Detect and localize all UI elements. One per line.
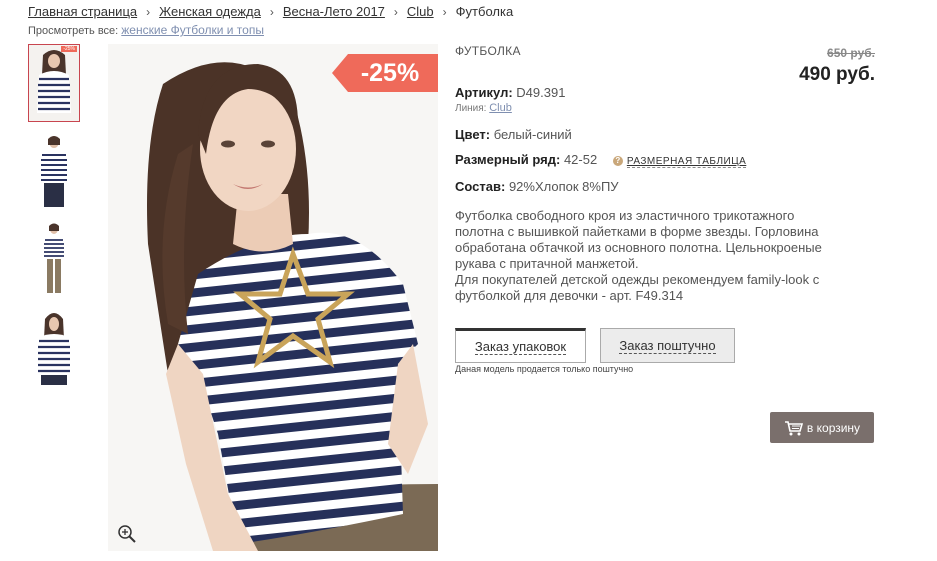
breadcrumb-separator: › xyxy=(442,4,447,19)
color-label: Цвет: xyxy=(455,127,491,142)
breadcrumb-separator: › xyxy=(393,4,398,19)
tab-order-piece-label: Заказ поштучно xyxy=(619,337,716,354)
breadcrumb-current: Футболка xyxy=(455,4,514,19)
order-tabs: Заказ упаковок Заказ поштучно xyxy=(455,328,735,363)
old-price: 650 руб. xyxy=(827,46,875,60)
zoom-icon[interactable] xyxy=(116,523,138,545)
thumbnail-1[interactable]: -25% xyxy=(28,44,80,122)
thumbnail-4[interactable] xyxy=(28,308,80,386)
current-price: 490 руб. xyxy=(799,64,875,85)
view-all: Просмотреть все: женские Футболки и топы xyxy=(28,23,264,37)
thumbnail-list: -25% xyxy=(28,44,82,396)
breadcrumb: Главная страница › Женская одежда › Весн… xyxy=(28,4,513,19)
thumbnail-image xyxy=(29,133,79,209)
composition-value: 92%Хлопок 8%ПУ xyxy=(508,179,619,194)
discount-badge: -25% xyxy=(332,54,438,92)
tab-order-pack[interactable]: Заказ упаковок xyxy=(455,328,586,363)
composition-label: Состав: xyxy=(455,179,506,194)
line-label: Линия: xyxy=(455,103,487,114)
view-all-link[interactable]: женские Футболки и топы xyxy=(121,23,264,37)
view-all-label: Просмотреть все: xyxy=(28,25,119,37)
tab-order-pack-label: Заказ упаковок xyxy=(474,338,567,355)
thumbnail-3[interactable] xyxy=(28,220,80,298)
line-row: Линия: Club xyxy=(455,102,512,114)
article-value: D49.391 xyxy=(516,85,566,100)
size-table-link[interactable]: РАЗМЕРНАЯ ТАБЛИЦА xyxy=(626,156,747,168)
line-link[interactable]: Club xyxy=(489,102,512,114)
tab-order-piece[interactable]: Заказ поштучно xyxy=(600,328,735,363)
thumbnail-image xyxy=(29,221,79,297)
article-row: Артикул: D49.391 xyxy=(455,85,565,100)
breadcrumb-separator: › xyxy=(146,4,151,19)
size-value: 42-52 xyxy=(563,152,598,167)
product-main-image[interactable]: -25% xyxy=(108,44,438,551)
breadcrumb-link-club[interactable]: Club xyxy=(407,4,434,19)
composition-row: Состав: 92%Хлопок 8%ПУ xyxy=(455,179,619,194)
color-row: Цвет: белый-синий xyxy=(455,127,572,142)
product-info: ФУТБОЛКА 650 руб. 490 руб. Артикул: D49.… xyxy=(455,44,875,443)
size-label: Размерный ряд: xyxy=(455,152,561,167)
thumbnail-2[interactable] xyxy=(28,132,80,210)
product-photo xyxy=(108,44,438,551)
order-note: Даная модель продается только поштучно xyxy=(455,364,634,374)
breadcrumb-separator: › xyxy=(269,4,274,19)
product-type: ФУТБОЛКА xyxy=(455,44,521,58)
add-to-cart-button[interactable]: в корзину xyxy=(770,412,874,443)
help-icon[interactable]: ? xyxy=(612,156,623,166)
add-to-cart-label: в корзину xyxy=(806,420,861,435)
product-description: Футболка свободного кроя из эластичного … xyxy=(455,208,822,303)
color-value: белый-синий xyxy=(493,127,572,142)
article-label: Артикул: xyxy=(455,85,513,100)
breadcrumb-link-women[interactable]: Женская одежда xyxy=(159,4,261,19)
thumbnail-image xyxy=(29,309,79,385)
size-row: Размерный ряд: 42-52 ? РАЗМЕРНАЯ ТАБЛИЦА xyxy=(455,152,747,168)
thumbnail-image xyxy=(29,45,79,121)
cart-icon xyxy=(784,420,803,435)
breadcrumb-link-home[interactable]: Главная страница xyxy=(28,4,137,19)
breadcrumb-link-season[interactable]: Весна-Лето 2017 xyxy=(283,4,385,19)
thumbnail-discount-badge: -25% xyxy=(61,46,77,52)
